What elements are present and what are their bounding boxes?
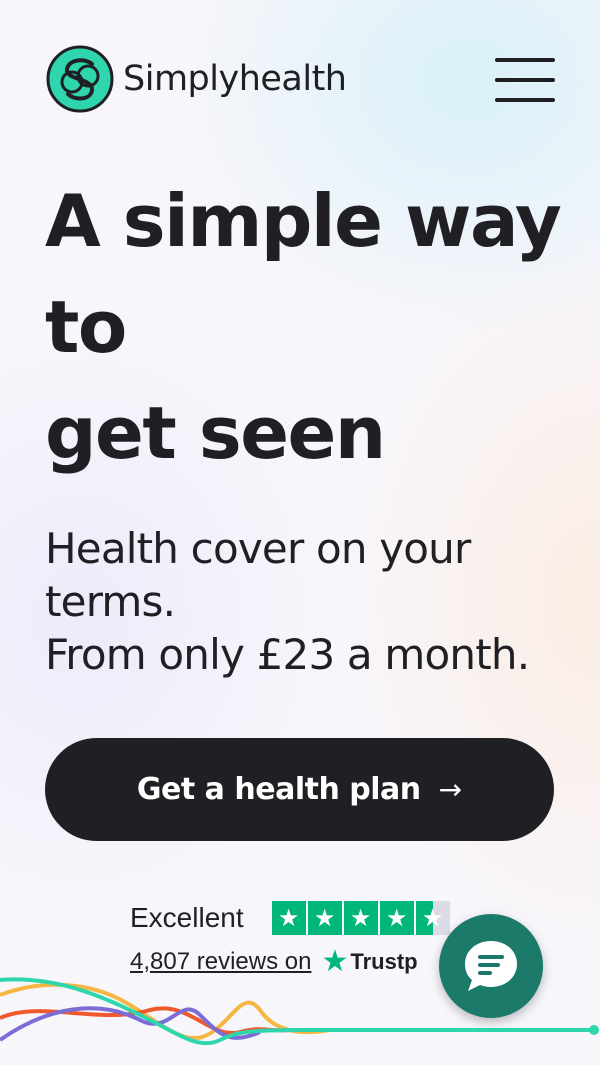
page-title: A simple way to get seen	[45, 168, 565, 486]
logo-mark-icon	[46, 45, 114, 113]
trustpilot-rating-label: Excellent	[130, 902, 244, 933]
hero-subtitle: Health cover on your terms. From only £2…	[45, 522, 565, 681]
get-health-plan-button[interactable]: Get a health plan →	[45, 738, 554, 841]
trustpilot-widget[interactable]: Excellent ★ ★ ★ ★ ★ 4,807 reviews on ★ T…	[130, 898, 470, 979]
site-header: Simplyhealth	[45, 44, 555, 116]
chat-button[interactable]	[439, 914, 543, 1018]
title-line-1: A simple way to	[45, 179, 562, 369]
star-icon: ★	[379, 901, 414, 935]
chat-bubble-icon	[465, 941, 517, 991]
star-icon: ★	[343, 901, 378, 935]
subtitle-line-1: Health cover on your terms.	[45, 524, 471, 626]
star-icon: ★	[307, 901, 342, 935]
half-star-icon: ★	[415, 901, 450, 935]
arrow-right-icon: →	[438, 773, 463, 806]
brand-name: Simplyhealth	[123, 59, 347, 99]
title-line-2: get seen	[45, 391, 386, 475]
star-icon: ★	[271, 901, 306, 935]
hamburger-menu-icon[interactable]	[495, 58, 555, 102]
cta-label: Get a health plan	[136, 772, 421, 807]
subtitle-line-2: From only £23 a month.	[45, 630, 530, 679]
trustpilot-stars: ★ ★ ★ ★ ★	[271, 901, 452, 935]
brand-logo[interactable]: Simplyhealth	[45, 44, 347, 114]
